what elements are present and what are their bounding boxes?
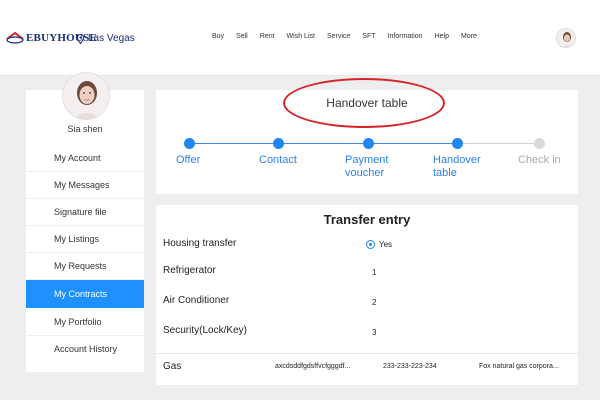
sidebar-item-my-portfolio[interactable]: My Portfolio bbox=[26, 308, 144, 336]
nav-service[interactable]: Service bbox=[327, 33, 350, 40]
nav-sell[interactable]: Sell bbox=[236, 33, 248, 40]
nav-information[interactable]: Information bbox=[388, 33, 423, 40]
housing-transfer-yes-label: Yes bbox=[379, 240, 393, 249]
sidebar-item-my-contracts[interactable]: My Contracts bbox=[26, 280, 144, 308]
refrigerator-value: 1 bbox=[372, 268, 377, 277]
nav-more[interactable]: More bbox=[461, 33, 477, 40]
sidebar-item-my-messages[interactable]: My Messages bbox=[26, 171, 144, 199]
sidebar-item-signature-file[interactable]: Signature file bbox=[26, 198, 144, 226]
security-value: 3 bbox=[372, 328, 377, 337]
step-dot-contact[interactable] bbox=[273, 138, 284, 149]
nav-sft[interactable]: SFT bbox=[362, 33, 375, 40]
user-avatar[interactable] bbox=[556, 28, 576, 48]
step-dot-payment-voucher[interactable] bbox=[363, 138, 374, 149]
air-conditioner-value: 2 bbox=[372, 298, 377, 307]
house-logo-icon bbox=[6, 32, 24, 44]
nav-wish-list[interactable]: Wish List bbox=[287, 33, 315, 40]
step-label-payment-voucher[interactable]: Payment voucher bbox=[345, 154, 388, 180]
gas-provider-value: Fox natural gas corpora... bbox=[479, 363, 559, 370]
handover-progress-panel: Handover table Offer Contact Payment vou… bbox=[156, 78, 578, 194]
housing-transfer-yes-radio[interactable] bbox=[366, 240, 375, 249]
gas-account-value: axcdsddfgdsffvcfgggdf... bbox=[275, 363, 351, 370]
location-pin-icon bbox=[77, 33, 84, 44]
housing-transfer-label: Housing transfer bbox=[163, 238, 237, 249]
step-dot-check-in[interactable] bbox=[534, 138, 545, 149]
user-portrait-icon bbox=[557, 29, 575, 47]
air-conditioner-label: Air Conditioner bbox=[163, 295, 230, 306]
security-label: Security(Lock/Key) bbox=[163, 325, 247, 336]
step-label-check-in[interactable]: Check in bbox=[518, 154, 561, 167]
profile-name: Sia shen bbox=[67, 124, 103, 134]
nav-rent[interactable]: Rent bbox=[260, 33, 275, 40]
step-dot-handover-table[interactable] bbox=[452, 138, 463, 149]
progress-line-pending bbox=[458, 143, 540, 144]
sidebar-item-account-history[interactable]: Account History bbox=[26, 335, 144, 363]
gas-phone-value: 233-233-223-234 bbox=[383, 363, 437, 370]
gas-label: Gas bbox=[163, 361, 182, 372]
step-label-handover-table[interactable]: Handover table bbox=[433, 154, 481, 180]
refrigerator-label: Refrigerator bbox=[163, 265, 216, 276]
profile-avatar bbox=[62, 72, 110, 120]
top-navigation-bar: EBUYHOUSE Las Vegas Buy Sell Rent Wish L… bbox=[0, 0, 600, 76]
section-divider bbox=[156, 353, 578, 354]
location-label: Las Vegas bbox=[88, 33, 135, 44]
transfer-entry-panel: Transfer entry Housing transfer Yes Refr… bbox=[156, 205, 578, 385]
sidebar-item-my-account[interactable]: My Account bbox=[26, 144, 144, 172]
nav-help[interactable]: Help bbox=[435, 33, 449, 40]
step-label-offer[interactable]: Offer bbox=[176, 154, 200, 167]
sidebar-item-my-listings[interactable]: My Listings bbox=[26, 225, 144, 253]
progress-stepper: Offer Contact Payment voucher Handover t… bbox=[156, 90, 578, 194]
step-label-contact[interactable]: Contact bbox=[259, 154, 297, 167]
transfer-title: Transfer entry bbox=[323, 212, 411, 227]
main-nav: Buy Sell Rent Wish List Service SFT Info… bbox=[212, 33, 489, 40]
sidebar-item-my-requests[interactable]: My Requests bbox=[26, 252, 144, 280]
step-dot-offer[interactable] bbox=[184, 138, 195, 149]
progress-line-complete bbox=[190, 143, 458, 144]
profile-portrait-icon bbox=[63, 73, 109, 119]
nav-buy[interactable]: Buy bbox=[212, 33, 224, 40]
location-selector[interactable]: Las Vegas bbox=[77, 33, 135, 44]
account-sidebar: Sia shen My Account My Messages Signatur… bbox=[26, 72, 144, 372]
